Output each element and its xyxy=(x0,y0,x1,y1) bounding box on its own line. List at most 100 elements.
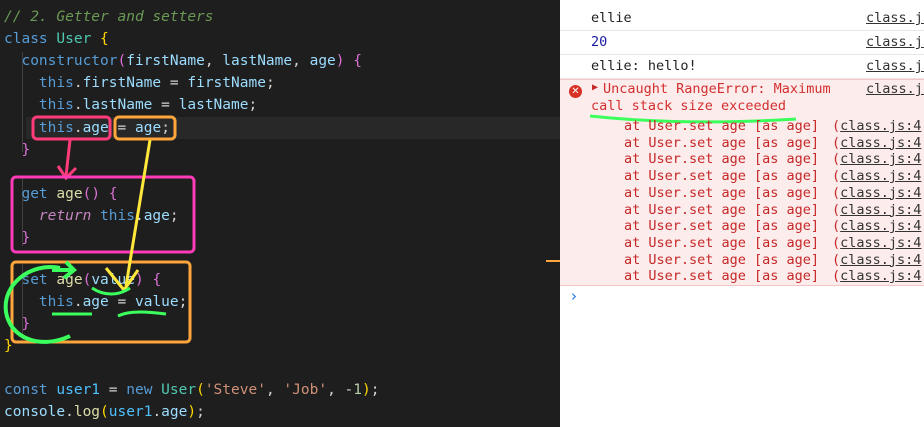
code-token: , xyxy=(265,382,284,398)
code-editor[interactable]: // 2. Getter and setters class User { con… xyxy=(0,0,560,427)
code-token: this xyxy=(100,208,135,224)
code-line: } xyxy=(4,227,30,249)
code-token: ; xyxy=(169,208,179,224)
console-log-row: ellie class.js xyxy=(560,6,924,31)
code-token: { xyxy=(108,186,118,202)
code-token: // 2. Getter and setters xyxy=(4,9,214,25)
stack-frame-link[interactable]: class.js:4 xyxy=(840,118,921,134)
stack-frame-source[interactable]: (class.js:4 xyxy=(832,118,921,135)
code-token: . xyxy=(73,75,83,91)
stack-frame-link[interactable]: class.js:4 xyxy=(840,268,921,284)
code-token: { xyxy=(353,53,362,69)
stack-frame-link[interactable]: class.js:4 xyxy=(840,135,921,151)
code-token: constructor xyxy=(21,53,118,69)
code-token: . xyxy=(65,404,74,420)
stack-frame-link[interactable]: class.js:4 xyxy=(840,218,921,234)
code-line: } xyxy=(4,313,30,335)
code-token: 'Steve' xyxy=(204,382,266,398)
code-line: class User { xyxy=(4,28,109,50)
console-log-row: 20 class.js xyxy=(560,30,924,55)
stack-frame-text: at User.set age [as age] xyxy=(624,118,820,134)
code-line: const user1 = new User('Steve', 'Job', -… xyxy=(4,379,379,401)
code-token: ) xyxy=(335,53,345,69)
code-token: log xyxy=(73,404,101,420)
stack-frame-text: at User.set age [as age] xyxy=(624,168,820,185)
code-token: new xyxy=(126,382,162,398)
code-line: console.log(user1.age); xyxy=(4,401,205,423)
code-token: () xyxy=(82,186,101,202)
log-message: 20 xyxy=(591,34,608,50)
stack-frame-source[interactable]: (class.js:4 xyxy=(832,218,921,235)
code-token: this xyxy=(38,120,74,136)
expand-triangle-icon[interactable]: ▶ xyxy=(592,82,598,93)
stack-frame-source[interactable]: (class.js:4 xyxy=(832,135,921,152)
stack-frame-link[interactable]: class.js:4 xyxy=(840,151,921,167)
code-token: ; xyxy=(161,120,170,136)
stack-frame-source[interactable]: (class.js:4 xyxy=(832,185,921,202)
source-link[interactable]: class.js xyxy=(866,30,924,54)
annotation-arrowhead-pink xyxy=(56,165,78,181)
code-token: lastName xyxy=(178,97,249,113)
code-token: age xyxy=(309,53,336,69)
source-link[interactable]: class.js xyxy=(866,54,924,78)
code-token: firstName xyxy=(82,75,162,91)
source-link[interactable]: class.js xyxy=(866,6,924,30)
stack-frame-link[interactable]: class.js:4 xyxy=(840,235,921,251)
code-token: ; xyxy=(178,294,188,310)
stack-frame-source[interactable]: (class.js:4 xyxy=(832,151,921,168)
code-token: age xyxy=(56,186,83,202)
code-token: class xyxy=(4,31,57,47)
stack-frame-source[interactable]: (class.js:4 xyxy=(832,168,921,185)
stack-frame-source[interactable]: (class.js:4 xyxy=(832,252,921,269)
stack-frame-source[interactable]: (class.js:4 xyxy=(832,202,921,219)
code-line: return this.age; xyxy=(4,205,179,227)
log-message: ellie: hello! xyxy=(591,58,697,74)
error-source-link[interactable]: class.js xyxy=(866,81,924,97)
devtools-console[interactable]: ellie class.js 20 class.js ellie: hello!… xyxy=(560,0,924,427)
error-circle-icon: ✕ xyxy=(569,85,582,98)
stack-frame-link[interactable]: class.js:4 xyxy=(840,168,921,184)
code-token: { xyxy=(100,31,109,47)
code-token: ; xyxy=(370,382,380,398)
code-token: get xyxy=(21,186,57,202)
code-token: . xyxy=(73,97,83,113)
code-token: age xyxy=(82,294,109,310)
code-token: User xyxy=(161,382,197,398)
code-token: user1 xyxy=(108,404,153,420)
code-token: ) xyxy=(134,272,144,288)
stack-frame-link[interactable]: class.js:4 xyxy=(840,252,921,268)
code-token: age xyxy=(134,120,162,136)
code-token: , xyxy=(292,53,310,69)
console-prompt-icon[interactable]: › xyxy=(571,287,577,305)
code-token: ; xyxy=(196,404,205,420)
code-token: } xyxy=(21,142,31,158)
stack-frame-link[interactable]: class.js:4 xyxy=(840,185,921,201)
code-token: . xyxy=(152,404,162,420)
code-token: lastName xyxy=(82,97,153,113)
code-token: const xyxy=(4,382,57,398)
code-token: this xyxy=(38,75,74,91)
stack-frame-source[interactable]: (class.js:4 xyxy=(832,235,921,252)
code-token: ( xyxy=(196,382,205,398)
code-token: age xyxy=(161,404,188,420)
code-token: firstName xyxy=(187,75,266,91)
log-message: ellie xyxy=(591,10,632,26)
code-token: value xyxy=(134,294,179,310)
stack-frame-link[interactable]: class.js:4 xyxy=(840,202,921,218)
code-line: } xyxy=(4,335,13,357)
code-line: constructor(firstName, lastName, age) { xyxy=(4,50,362,72)
code-token: age xyxy=(143,208,170,224)
code-token: ; xyxy=(248,97,258,113)
code-token: ; xyxy=(265,75,275,91)
code-token: age xyxy=(56,272,83,288)
code-token: console xyxy=(4,404,66,420)
stack-frame-source[interactable]: (class.js:4 xyxy=(832,268,921,285)
code-token: this xyxy=(38,294,74,310)
